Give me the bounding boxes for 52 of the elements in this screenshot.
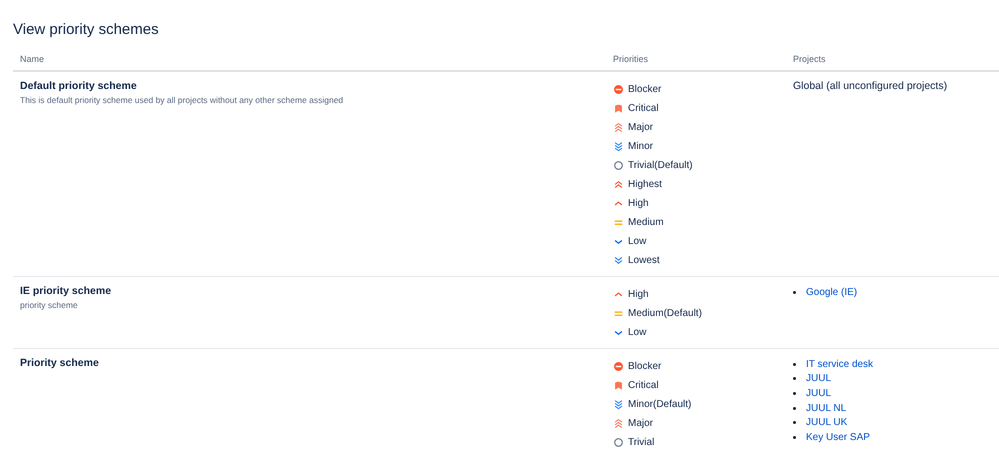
project-link[interactable]: IT service desk [806,358,874,370]
project-link[interactable]: JUUL NL [806,402,846,414]
circle-icon [613,160,624,171]
project-link[interactable]: Google (IE) [806,286,858,298]
bullet-icon [793,392,796,395]
scheme-description: This is default priority scheme used by all projects without any other scheme assigned [20,95,344,105]
double-chevron-up-icon [613,179,624,190]
column-header: Name [20,54,46,64]
triple-chevron-down-icon [613,399,624,410]
project-link[interactable]: Key User SAP [806,432,870,443]
priority-label: Minor [628,141,654,152]
bullet-icon [793,290,796,294]
priority-label: Low [628,236,646,247]
bullet-icon [793,436,796,439]
scheme-name: Default priority scheme [20,80,138,92]
triple-chevron-up-icon [613,122,624,133]
page-title: View priority schemes [13,21,160,38]
priority-label: Minor(Default) [628,399,692,410]
column-header: Projects [793,54,827,64]
priority-label: Critical [628,103,659,114]
triple-chevron-up-icon [613,418,624,429]
blocker-icon [613,361,624,372]
priority-label: Critical [628,380,659,391]
double-chevron-down-icon [613,255,624,266]
priority-label: High [628,289,649,300]
bullet-icon [793,421,796,424]
priority-label: Blocker [628,84,662,95]
project-link[interactable]: JUUL UK [806,417,848,428]
priority-label: Trivial [628,437,654,448]
scheme-name: Priority scheme [20,357,100,369]
column-header: Priorities [613,54,650,64]
project-link[interactable]: JUUL [806,373,832,384]
projects-text: Global (all unconfigured projects) [793,80,948,92]
bullet-icon [793,362,796,366]
priority-label: Blocker [628,361,662,372]
bullet-icon [793,406,796,410]
scheme-name: IE priority scheme [20,285,112,297]
priority-label: Medium(Default) [628,308,702,319]
priority-label: Highest [628,179,662,190]
priority-label: Major [628,122,654,133]
blocker-icon [613,84,624,95]
priority-label: Lowest [628,255,660,266]
priority-label: High [628,198,649,209]
triple-chevron-down-icon [613,141,624,152]
bullet-icon [793,377,796,380]
priority-label: Medium [628,217,664,228]
priority-label: Low [628,327,646,338]
priority-label: Major [628,418,654,429]
circle-icon [613,437,624,448]
project-link[interactable]: JUUL [806,388,832,399]
scheme-description: priority scheme [20,300,79,310]
priority-label: Trivial(Default) [628,160,693,171]
